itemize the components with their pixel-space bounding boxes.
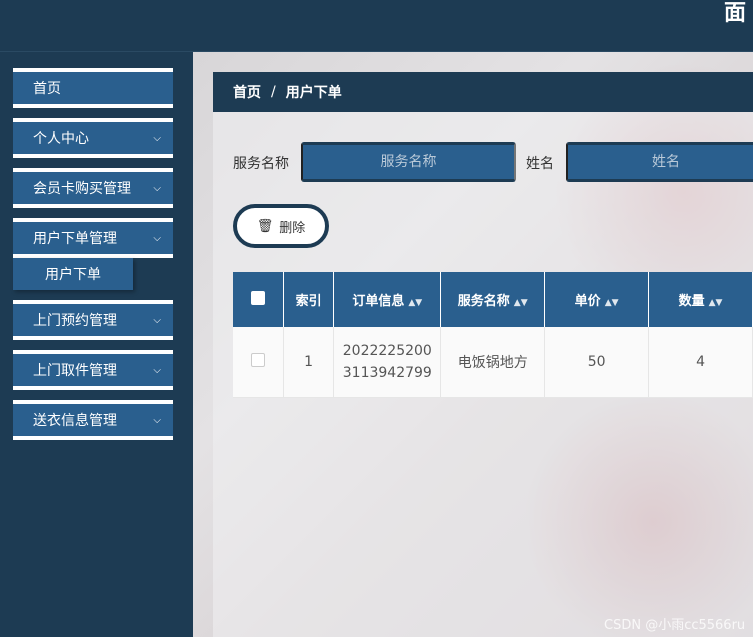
column-header-price[interactable]: 单价 ▲▼ bbox=[544, 272, 650, 327]
breadcrumb: 首页 / 用户下单 bbox=[213, 72, 753, 112]
chevron-down-icon: ⌵ bbox=[153, 232, 161, 244]
select-all-checkbox[interactable] bbox=[250, 290, 265, 305]
column-header-order-info[interactable]: 订单信息 ▲▼ bbox=[333, 272, 442, 327]
delete-button[interactable]: 🗑 删除 bbox=[233, 204, 329, 248]
app-title: 面 bbox=[724, 1, 747, 26]
sidebar-item-membership-card[interactable]: 会员卡购买管理 ⌵ bbox=[13, 168, 173, 208]
service-name-cell: 电饭锅地方 bbox=[440, 327, 546, 398]
sidebar-item-label: 用户下单管理 bbox=[33, 231, 117, 247]
sort-icon[interactable]: ▲▼ bbox=[514, 298, 528, 308]
select-all-header[interactable] bbox=[233, 272, 284, 327]
main-content: 首页 / 用户下单 服务名称 姓名 🗑 删除 索引 订单信息▲▼ 服务名称▲▼ bbox=[193, 52, 753, 637]
sidebar-item-label: 送衣信息管理 bbox=[33, 413, 117, 429]
sort-icon[interactable]: ▲▼ bbox=[408, 298, 422, 308]
row-select-cell[interactable] bbox=[233, 327, 284, 398]
sort-icon[interactable]: ▲▼ bbox=[709, 298, 723, 308]
table-row[interactable]: 1 2022225200 3113942799 电饭锅地方 50 4 bbox=[233, 327, 753, 398]
name-label: 姓名 bbox=[526, 156, 554, 172]
column-header-service-name[interactable]: 服务名称 ▲▼ bbox=[440, 272, 546, 327]
chevron-down-icon: ⌵ bbox=[153, 314, 161, 326]
sidebar-item-home-pickup[interactable]: 上门取件管理 ⌵ bbox=[13, 350, 173, 390]
sidebar-item-delivery-info[interactable]: 送衣信息管理 ⌵ bbox=[13, 400, 173, 440]
table-header-row: 索引 订单信息 ▲▼ 服务名称 ▲▼ 单价 ▲▼ 数量 ▲▼ bbox=[233, 272, 753, 327]
sidebar-item-home-appointment[interactable]: 上门预约管理 ⌵ bbox=[13, 300, 173, 340]
service-name-input[interactable] bbox=[301, 142, 516, 182]
watermark: CSDN @小雨cc5566ru bbox=[604, 618, 746, 633]
breadcrumb-home[interactable]: 首页 bbox=[233, 82, 261, 102]
quantity-cell: 4 bbox=[648, 327, 753, 398]
sidebar-item-label: 首页 bbox=[33, 81, 61, 97]
trash-icon: 🗑 bbox=[256, 218, 274, 234]
sidebar-item-label: 上门预约管理 bbox=[33, 313, 117, 329]
column-header-quantity[interactable]: 数量 ▲▼ bbox=[648, 272, 753, 327]
sidebar-item-label: 个人中心 bbox=[33, 131, 89, 147]
sidebar-item-label: 上门取件管理 bbox=[33, 363, 117, 379]
order-info-cell: 2022225200 3113942799 bbox=[333, 327, 442, 398]
chevron-down-icon: ⌵ bbox=[153, 364, 161, 376]
service-name-label: 服务名称 bbox=[233, 156, 289, 172]
sort-icon[interactable]: ▲▼ bbox=[605, 298, 619, 308]
row-checkbox[interactable] bbox=[250, 352, 265, 367]
breadcrumb-separator: / bbox=[271, 84, 276, 100]
orders-table: 索引 订单信息 ▲▼ 服务名称 ▲▼ 单价 ▲▼ 数量 ▲▼ 1 2022225… bbox=[233, 272, 753, 398]
name-input[interactable] bbox=[566, 142, 753, 182]
chevron-down-icon: ⌵ bbox=[153, 132, 161, 144]
sidebar: 首页 个人中心 ⌵ 会员卡购买管理 ⌵ 用户下单管理 ⌵ 用户下单 上门预约管理… bbox=[0, 52, 193, 637]
delete-button-label: 删除 bbox=[279, 220, 306, 236]
index-cell: 1 bbox=[283, 327, 335, 398]
chevron-down-icon: ⌵ bbox=[153, 414, 161, 426]
top-header: 面 bbox=[0, 0, 753, 52]
price-cell: 50 bbox=[544, 327, 650, 398]
column-header-index: 索引 bbox=[283, 272, 335, 327]
sidebar-item-label: 会员卡购买管理 bbox=[33, 181, 131, 197]
sidebar-item-user-orders[interactable]: 用户下单管理 ⌵ bbox=[13, 218, 173, 258]
sidebar-item-personal-center[interactable]: 个人中心 ⌵ bbox=[13, 118, 173, 158]
sidebar-subitem-label: 用户下单 bbox=[45, 267, 101, 283]
breadcrumb-current: 用户下单 bbox=[285, 85, 342, 101]
sidebar-item-home[interactable]: 首页 bbox=[13, 68, 173, 108]
chevron-down-icon: ⌵ bbox=[153, 182, 161, 194]
sidebar-subitem-user-order[interactable]: 用户下单 bbox=[13, 258, 133, 290]
